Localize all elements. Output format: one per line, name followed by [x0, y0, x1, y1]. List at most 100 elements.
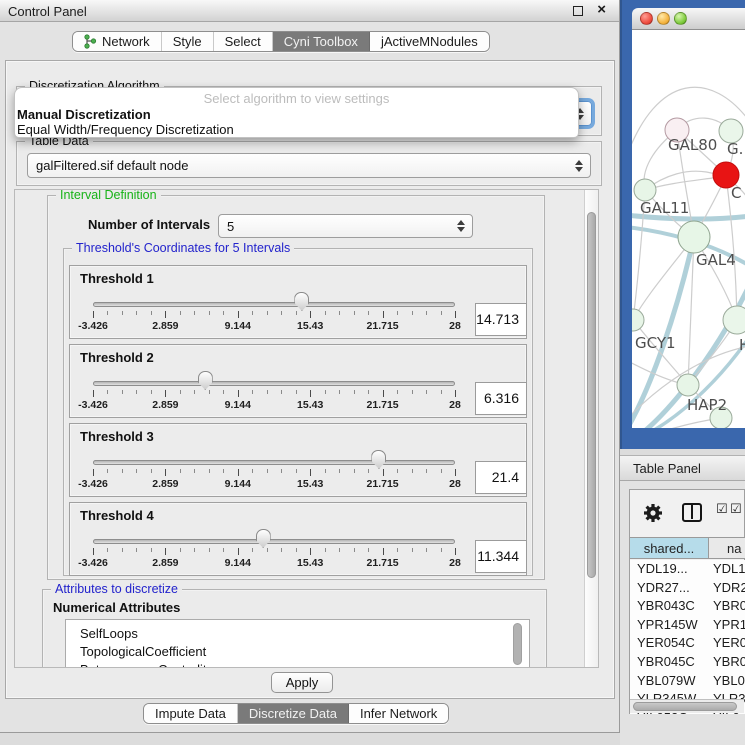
threshold-2-slider-track[interactable]: [93, 381, 455, 386]
tick-mark: [325, 548, 326, 552]
network-node-GCY1[interactable]: [632, 309, 644, 331]
tick-mark: [180, 548, 181, 552]
tab-impute-data[interactable]: Impute Data: [144, 704, 238, 723]
cell-shared-name[interactable]: YDR27...: [630, 579, 709, 598]
tab-network[interactable]: Network: [73, 32, 162, 51]
threshold-4-slider-track[interactable]: [93, 539, 455, 544]
network-window-titlebar[interactable]: [632, 8, 745, 30]
network-node-GAL4[interactable]: [678, 221, 710, 253]
tab-select[interactable]: Select: [214, 32, 273, 51]
settings-scrollbar-thumb[interactable]: [587, 212, 596, 578]
tick-mark: [252, 390, 253, 394]
tick-mark: [238, 311, 239, 318]
table-horizontal-scrollbar[interactable]: [630, 699, 744, 713]
tick-mark: [252, 469, 253, 473]
number-of-intervals-value: 5: [227, 219, 234, 234]
network-node-HAP2[interactable]: [677, 374, 699, 396]
cell-shared-name[interactable]: YBR045C: [630, 653, 709, 672]
threshold-3-value-field[interactable]: 21.4: [475, 461, 527, 494]
numerical-attributes-list[interactable]: SelfLoopsTopologicalCoefficientBetweenne…: [65, 619, 530, 667]
table-row[interactable]: YBR043CYBR0: [630, 597, 745, 616]
checkbox-icon[interactable]: ☑: [730, 502, 742, 517]
interval-definition-title: Interval Definition: [56, 190, 161, 203]
column-header-name[interactable]: na: [709, 538, 745, 558]
threshold-3-slider-track[interactable]: [93, 460, 455, 465]
cell-name[interactable]: YDR2: [709, 579, 745, 598]
network-edge[interactable]: [632, 418, 721, 428]
tick-mark: [267, 548, 268, 552]
dropdown-option-equal-width-frequency[interactable]: Equal Width/Frequency Discretization: [17, 122, 234, 137]
cell-name[interactable]: YBL0: [709, 672, 745, 691]
threshold-2-value-field[interactable]: 6.316: [475, 382, 527, 415]
table-data-combobox[interactable]: galFiltered.sif default node: [27, 153, 591, 178]
tick-mark: [252, 311, 253, 315]
threshold-1-value-field[interactable]: 14.713: [475, 303, 527, 336]
columns-icon[interactable]: [682, 503, 702, 522]
cell-name[interactable]: YBR0: [709, 653, 745, 672]
minimize-traffic-light-icon[interactable]: [657, 12, 670, 25]
tick-mark: [325, 390, 326, 394]
cell-shared-name[interactable]: YDL19...: [630, 560, 709, 579]
cell-name[interactable]: YER0: [709, 634, 745, 653]
zoom-traffic-light-icon[interactable]: [674, 12, 687, 25]
control-panel-titlebar[interactable]: Control Panel ×: [0, 0, 619, 22]
threshold-2-slider-handle[interactable]: [198, 371, 213, 390]
cell-shared-name[interactable]: YPR145W: [630, 616, 709, 635]
thresholds-group-title: Threshold's Coordinates for 5 Intervals: [72, 241, 294, 256]
gear-icon[interactable]: [642, 502, 664, 524]
tick-mark: [441, 548, 442, 552]
tick-mark: [93, 548, 94, 555]
cell-name[interactable]: YPR1: [709, 616, 745, 635]
table-row[interactable]: YDR27...YDR2: [630, 579, 745, 598]
tick-mark: [122, 469, 123, 473]
thresholds-group: Threshold's Coordinates for 5 Intervals …: [63, 248, 533, 576]
network-canvas[interactable]: GAL80G.CGAL11GAL4GCY1HHAP2: [632, 30, 745, 428]
float-window-icon[interactable]: [573, 6, 583, 16]
threshold-1-slider-track[interactable]: [93, 302, 455, 307]
table-row[interactable]: YBL079WYBL0: [630, 672, 745, 691]
table-hscrollbar-thumb[interactable]: [633, 702, 737, 711]
attribute-list-item[interactable]: SelfLoops: [66, 624, 529, 642]
threshold-4-slider-handle[interactable]: [256, 529, 271, 548]
close-icon[interactable]: ×: [597, 1, 606, 18]
attribute-list-item[interactable]: BetweennessCentrality: [66, 660, 529, 667]
network-edge-highlighted[interactable]: [632, 237, 694, 428]
number-of-intervals-combobox[interactable]: 5: [218, 214, 473, 238]
tick-mark: [223, 390, 224, 394]
cell-shared-name[interactable]: YBL079W: [630, 672, 709, 691]
column-header-shared-name[interactable]: shared...: [630, 538, 709, 558]
threshold-4-value-field[interactable]: 11.344: [475, 540, 527, 573]
cell-shared-name[interactable]: YBR043C: [630, 597, 709, 616]
table-row[interactable]: YDL19...YDL1: [630, 560, 745, 579]
table-row[interactable]: YER054CYER0: [630, 634, 745, 653]
tab-cyni-toolbox[interactable]: Cyni Toolbox: [273, 32, 370, 51]
dropdown-option-manual-discretization[interactable]: Manual Discretization: [17, 107, 151, 122]
tick-label: 28: [449, 320, 461, 332]
threshold-1-label: Threshold 1: [80, 271, 154, 286]
checkbox-icon[interactable]: ☑: [716, 502, 728, 517]
settings-vertical-scrollbar[interactable]: [584, 190, 598, 667]
network-window-frame: GAL80G.CGAL11GAL4GCY1HHAP2: [620, 0, 745, 449]
tick-mark: [151, 548, 152, 552]
tab-infer-network[interactable]: Infer Network: [349, 704, 448, 723]
tick-label: 9.144: [225, 399, 251, 411]
combobox-spinner-icon: [575, 160, 583, 172]
tab-style[interactable]: Style: [162, 32, 214, 51]
apply-button[interactable]: Apply: [271, 672, 333, 693]
table-row[interactable]: YPR145WYPR1: [630, 616, 745, 635]
table-panel-header[interactable]: Table Panel: [620, 455, 745, 481]
attributes-list-scrollbar-thumb[interactable]: [513, 623, 522, 665]
tick-mark: [368, 548, 369, 552]
close-traffic-light-icon[interactable]: [640, 12, 653, 25]
cell-name[interactable]: YBR0: [709, 597, 745, 616]
attribute-list-item[interactable]: TopologicalCoefficient: [66, 642, 529, 660]
tab-jactivemnodules[interactable]: jActiveMNodules: [370, 32, 489, 51]
table-row[interactable]: YBR045CYBR0: [630, 653, 745, 672]
threshold-3-slider-handle[interactable]: [371, 450, 386, 469]
tick-mark: [122, 311, 123, 315]
network-node-GAL11[interactable]: [634, 179, 656, 201]
tab-discretize-data[interactable]: Discretize Data: [238, 704, 349, 723]
cell-name[interactable]: YDL1: [709, 560, 745, 579]
cell-shared-name[interactable]: YER054C: [630, 634, 709, 653]
threshold-1-slider-handle[interactable]: [294, 292, 309, 311]
